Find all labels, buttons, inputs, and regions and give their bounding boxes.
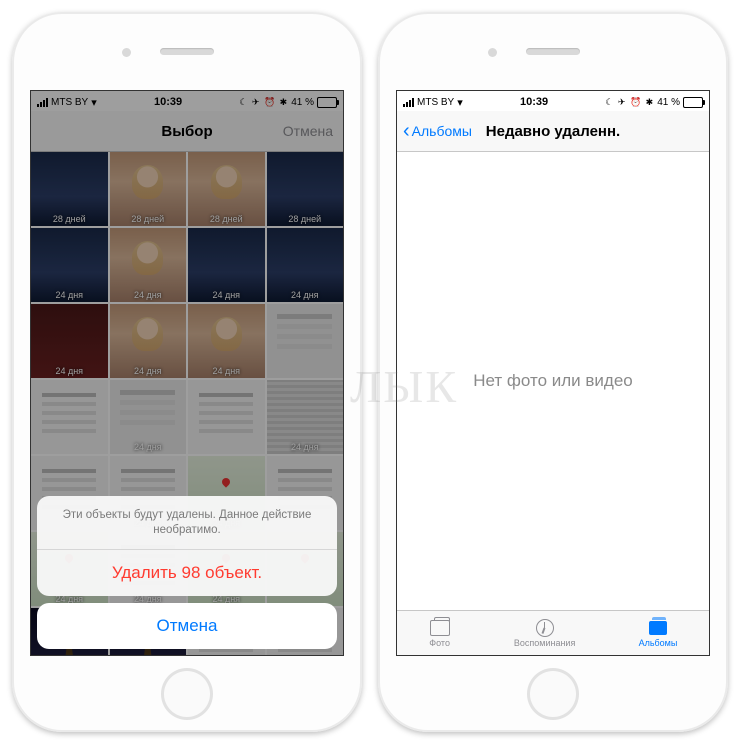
- tab-memories-label: Воспоминания: [514, 638, 575, 648]
- albums-icon: [649, 621, 667, 635]
- sheet-message: Эти объекты будут удалены. Данное действ…: [37, 496, 337, 550]
- battery-text: 41 %: [657, 97, 680, 108]
- nav-bar: ‹ Альбомы Недавно удаленн.: [397, 111, 709, 152]
- action-sheet: Эти объекты будут удалены. Данное действ…: [37, 496, 337, 649]
- status-icons: ☾ ✈︎ ⏰ ✱: [605, 97, 654, 108]
- content-area: Нет фото или видео: [397, 152, 709, 610]
- signal-icon: [403, 98, 414, 107]
- tab-memories[interactable]: Воспоминания: [514, 619, 575, 648]
- clock-label: 10:39: [520, 96, 548, 108]
- chevron-left-icon: ‹: [403, 124, 410, 138]
- tab-photos-label: Фото: [429, 638, 450, 648]
- speaker: [160, 48, 214, 55]
- carrier-label: MTS BY: [417, 97, 454, 108]
- wifi-icon: ▾: [457, 96, 463, 109]
- phone-frame-left: MTS BY ▾ 10:39 ☾ ✈︎ ⏰ ✱ 41 % Выбор Отмен…: [12, 12, 362, 732]
- empty-state-text: Нет фото или видео: [473, 371, 633, 391]
- tab-bar: Фото Воспоминания Альбомы: [397, 610, 709, 655]
- home-button[interactable]: [161, 668, 213, 720]
- screen-right: MTS BY ▾ 10:39 ☾ ✈︎ ⏰ ✱ 41 % ‹ Альбомы Н…: [396, 90, 710, 656]
- back-label: Альбомы: [412, 123, 472, 139]
- photos-icon: [430, 620, 450, 636]
- phone-frame-right: MTS BY ▾ 10:39 ☾ ✈︎ ⏰ ✱ 41 % ‹ Альбомы Н…: [378, 12, 728, 732]
- sheet-msg-line1: Эти объекты будут удалены. Данное действ…: [63, 509, 312, 521]
- front-camera: [488, 48, 497, 57]
- battery-icon: [683, 97, 703, 108]
- screen-left: MTS BY ▾ 10:39 ☾ ✈︎ ⏰ ✱ 41 % Выбор Отмен…: [30, 90, 344, 656]
- cancel-button[interactable]: Отмена: [37, 603, 337, 649]
- nav-title: Недавно удаленн.: [486, 123, 620, 140]
- front-camera: [122, 48, 131, 57]
- status-bar: MTS BY ▾ 10:39 ☾ ✈︎ ⏰ ✱ 41 %: [397, 91, 709, 111]
- sheet-msg-line2: необратимо.: [153, 524, 220, 536]
- tab-photos[interactable]: Фото: [429, 619, 451, 648]
- back-button[interactable]: ‹ Альбомы: [403, 123, 472, 139]
- memories-icon: [536, 619, 554, 637]
- tab-albums-label: Альбомы: [639, 638, 678, 648]
- tab-albums[interactable]: Альбомы: [639, 619, 678, 648]
- speaker: [526, 48, 580, 55]
- delete-button[interactable]: Удалить 98 объект.: [37, 550, 337, 596]
- home-button[interactable]: [527, 668, 579, 720]
